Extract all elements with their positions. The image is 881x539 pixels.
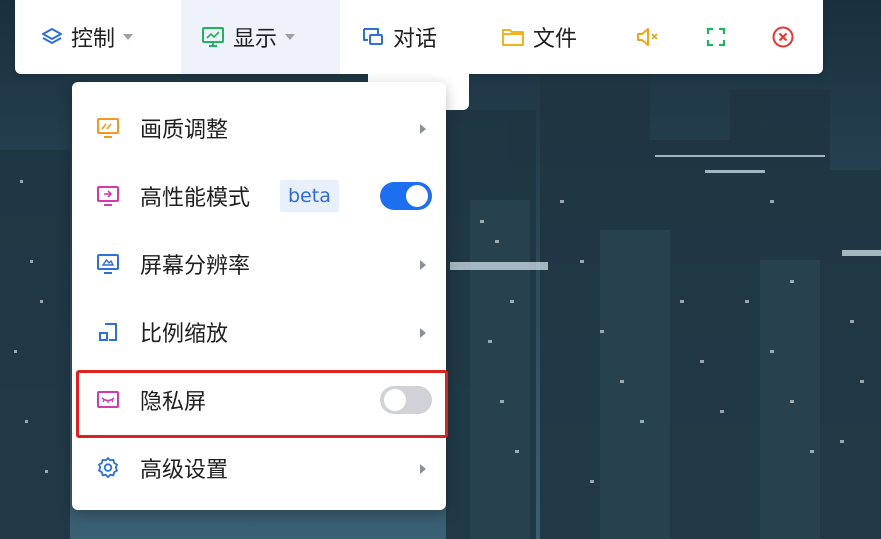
display-dropdown-menu: 画质调整 高性能模式 beta 屏幕分辨率 比例缩放 隐私屏 高级设置 — [72, 82, 446, 510]
menu-item-label: 高级设置 — [140, 458, 229, 483]
menu-item-scale[interactable]: 比例缩放 — [72, 298, 446, 366]
image-quality-icon — [96, 117, 120, 139]
menu-item-advanced-settings[interactable]: 高级设置 — [72, 434, 446, 502]
toolbar-mute-button[interactable] — [635, 0, 661, 74]
layers-icon — [41, 26, 63, 48]
toolbar-control-menu[interactable]: 控制 — [41, 0, 134, 74]
privacy-screen-highlight — [76, 370, 448, 438]
menu-item-label: 比例缩放 — [140, 322, 229, 347]
settings-gear-icon — [96, 457, 120, 479]
chevron-down-icon — [285, 34, 296, 40]
toolbar-chat-label: 对话 — [393, 27, 438, 52]
menu-item-label: 画质调整 — [140, 118, 229, 143]
toolbar-fullscreen-button[interactable] — [705, 0, 727, 74]
fullscreen-icon — [705, 26, 727, 48]
toggle-knob — [406, 185, 428, 207]
beta-badge: beta — [280, 180, 339, 212]
mute-icon — [635, 26, 661, 48]
resolution-icon — [96, 253, 120, 275]
menu-item-label: 高性能模式 — [140, 186, 251, 211]
toolbar-display-menu[interactable]: 显示 — [181, 0, 340, 74]
chevron-right-icon — [420, 464, 426, 474]
toolbar-close-button[interactable] — [771, 0, 795, 74]
chevron-right-icon — [420, 124, 426, 134]
folder-icon — [501, 26, 525, 48]
menu-item-label: 屏幕分辨率 — [140, 254, 251, 279]
menu-item-image-quality[interactable]: 画质调整 — [72, 94, 446, 162]
toolbar-file-label: 文件 — [533, 27, 578, 52]
menu-item-high-performance[interactable]: 高性能模式 beta — [72, 162, 446, 230]
close-circle-icon — [771, 25, 795, 49]
toolbar-chat-button[interactable]: 对话 — [361, 0, 437, 74]
top-toolbar: 控制 显示 对话 文件 — [15, 0, 823, 74]
chevron-right-icon — [420, 260, 426, 270]
chevron-down-icon — [123, 34, 134, 40]
chat-icon — [361, 26, 385, 48]
menu-item-resolution[interactable]: 屏幕分辨率 — [72, 230, 446, 298]
toolbar-control-label: 控制 — [71, 27, 116, 52]
toolbar-display-label: 显示 — [233, 27, 278, 52]
monitor-icon — [201, 26, 225, 48]
scale-icon — [96, 321, 120, 343]
performance-icon — [96, 185, 120, 207]
high-performance-toggle[interactable] — [380, 182, 432, 210]
toolbar-file-button[interactable]: 文件 — [501, 0, 577, 74]
chevron-right-icon — [420, 328, 426, 338]
